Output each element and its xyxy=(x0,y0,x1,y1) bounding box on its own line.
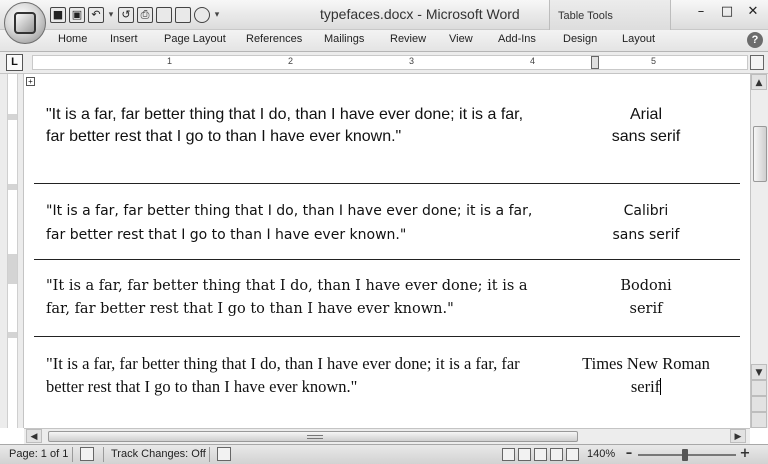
row-marker xyxy=(8,184,17,190)
macro-recording-icon[interactable] xyxy=(217,447,231,461)
zoom-slider-thumb[interactable] xyxy=(682,449,688,461)
full-screen-reading-view-icon[interactable] xyxy=(518,448,531,461)
scroll-right-icon[interactable]: ▶ xyxy=(730,429,746,443)
maximize-button[interactable]: □ xyxy=(718,3,736,21)
table-row-divider xyxy=(34,259,740,260)
zoom-out-icon[interactable]: – xyxy=(622,447,636,461)
status-bar: Page: 1 of 1 Track Changes: Off 140% – + xyxy=(0,444,768,464)
tab-mailings[interactable]: Mailings xyxy=(324,33,364,45)
status-separator xyxy=(72,447,73,462)
font-label-cell[interactable]: Bodoni serif xyxy=(554,275,738,321)
quote-cell[interactable]: "It is a far, far better thing that I do… xyxy=(46,104,546,148)
quick-access-toolbar: ■ ▣ ↶ ▾ ↺ ⎙ ▾ xyxy=(50,5,221,25)
status-separator xyxy=(209,447,210,462)
print-layout-view-icon[interactable] xyxy=(502,448,515,461)
undo-icon[interactable]: ↶ xyxy=(88,7,104,23)
tab-design[interactable]: Design xyxy=(563,33,597,45)
outline-view-icon[interactable] xyxy=(550,448,563,461)
ribbon-tabs: Home Insert Page Layout References Maili… xyxy=(0,30,768,52)
horizontal-scrollbar[interactable]: ◀ ▶ xyxy=(24,428,750,444)
font-class-with-cursor: serif xyxy=(554,375,738,398)
font-name: Arial xyxy=(629,106,662,123)
ruler-bar: L 1 2 3 4 5 xyxy=(0,52,768,74)
print-icon[interactable]: ⎙ xyxy=(137,7,153,23)
column-marker[interactable] xyxy=(591,56,599,69)
vertical-scrollbar[interactable]: ▲ ▼ xyxy=(750,74,768,428)
tab-view[interactable]: View xyxy=(449,33,473,45)
record-icon[interactable] xyxy=(194,7,210,23)
spelling-icon[interactable] xyxy=(156,7,172,23)
office-logo-icon xyxy=(14,12,36,34)
row-marker xyxy=(8,114,17,120)
table-row-divider xyxy=(34,336,740,337)
draft-view-icon[interactable] xyxy=(566,448,579,461)
redo-icon[interactable]: ↺ xyxy=(118,7,134,23)
tab-home[interactable]: Home xyxy=(58,33,87,45)
document-page[interactable]: + "It is a far, far better thing that I … xyxy=(24,74,750,428)
ruler-number: 3 xyxy=(409,56,415,66)
vertical-scroll-thumb[interactable] xyxy=(753,126,767,182)
table-move-handle[interactable]: + xyxy=(26,77,35,86)
quote-cell[interactable]: "It is a far, far better thing that I do… xyxy=(46,352,546,398)
vertical-ruler[interactable] xyxy=(0,74,24,428)
scroll-down-icon[interactable]: ▼ xyxy=(751,364,767,380)
web-layout-view-icon[interactable] xyxy=(534,448,547,461)
font-class: serif xyxy=(629,301,663,317)
minimize-button[interactable]: – xyxy=(692,3,710,21)
font-label-cell[interactable]: Times New Roman serif xyxy=(554,352,738,398)
previous-page-icon[interactable] xyxy=(751,380,767,396)
close-button[interactable]: ✕ xyxy=(744,3,762,21)
zoom-level[interactable]: 140% xyxy=(587,448,615,460)
font-name: Calibri xyxy=(623,203,669,219)
window-controls: – □ ✕ xyxy=(692,3,762,21)
scroll-left-icon[interactable]: ◀ xyxy=(26,429,42,443)
row-marker xyxy=(8,332,17,338)
ruler-number: 5 xyxy=(651,56,657,66)
tab-layout[interactable]: Layout xyxy=(622,33,655,45)
tab-review[interactable]: Review xyxy=(390,33,426,45)
proofing-icon[interactable] xyxy=(80,447,94,461)
quote-cell[interactable]: "It is a far, far better thing that I do… xyxy=(46,275,546,321)
view-ruler-icon[interactable] xyxy=(750,55,764,70)
ruler-number: 2 xyxy=(288,56,294,66)
tab-references[interactable]: References xyxy=(246,33,302,45)
text-cursor xyxy=(660,378,662,395)
customize-toolbar-icon[interactable]: ▾ xyxy=(213,10,221,20)
next-page-icon[interactable] xyxy=(751,412,767,428)
table-row-divider xyxy=(34,183,740,184)
tab-add-ins[interactable]: Add-Ins xyxy=(498,33,536,45)
font-class: sans serif xyxy=(611,128,681,145)
table-tools-label: Table Tools xyxy=(558,10,613,22)
tab-page-layout[interactable]: Page Layout xyxy=(164,33,226,45)
font-label-cell[interactable]: Arial sans serif xyxy=(554,104,738,148)
quote-cell[interactable]: "It is a far, far better thing that I do… xyxy=(46,199,546,247)
office-button[interactable] xyxy=(4,2,46,44)
ruler-number: 4 xyxy=(530,56,536,66)
window-title: typefaces.docx - Microsoft Word xyxy=(320,6,520,22)
font-label-cell[interactable]: Calibri sans serif xyxy=(554,199,738,247)
table-icon[interactable] xyxy=(175,7,191,23)
open-icon[interactable]: ▣ xyxy=(69,7,85,23)
scroll-grip-icon xyxy=(307,435,323,439)
ruler-number: 1 xyxy=(167,56,173,66)
save-icon[interactable]: ■ xyxy=(50,7,66,23)
help-icon[interactable]: ? xyxy=(747,32,763,48)
track-changes-status[interactable]: Track Changes: Off xyxy=(111,448,206,460)
undo-dropdown-icon[interactable]: ▾ xyxy=(107,10,115,20)
vertical-ruler-track xyxy=(7,74,18,428)
status-separator xyxy=(103,447,104,462)
horizontal-scroll-thumb[interactable] xyxy=(48,431,578,442)
page-count-status[interactable]: Page: 1 of 1 xyxy=(9,448,68,460)
font-name: Bodoni xyxy=(620,278,672,294)
tab-insert[interactable]: Insert xyxy=(110,33,138,45)
horizontal-ruler[interactable]: 1 2 3 4 5 xyxy=(32,55,748,70)
tab-selector-button[interactable]: L xyxy=(6,54,23,71)
zoom-in-icon[interactable]: + xyxy=(738,447,752,461)
row-marker xyxy=(8,254,17,284)
scroll-up-icon[interactable]: ▲ xyxy=(751,74,767,90)
select-browse-object-icon[interactable] xyxy=(751,396,767,412)
font-name: Times New Roman xyxy=(582,354,710,373)
font-class: serif xyxy=(630,377,661,396)
font-class: sans serif xyxy=(612,227,680,243)
